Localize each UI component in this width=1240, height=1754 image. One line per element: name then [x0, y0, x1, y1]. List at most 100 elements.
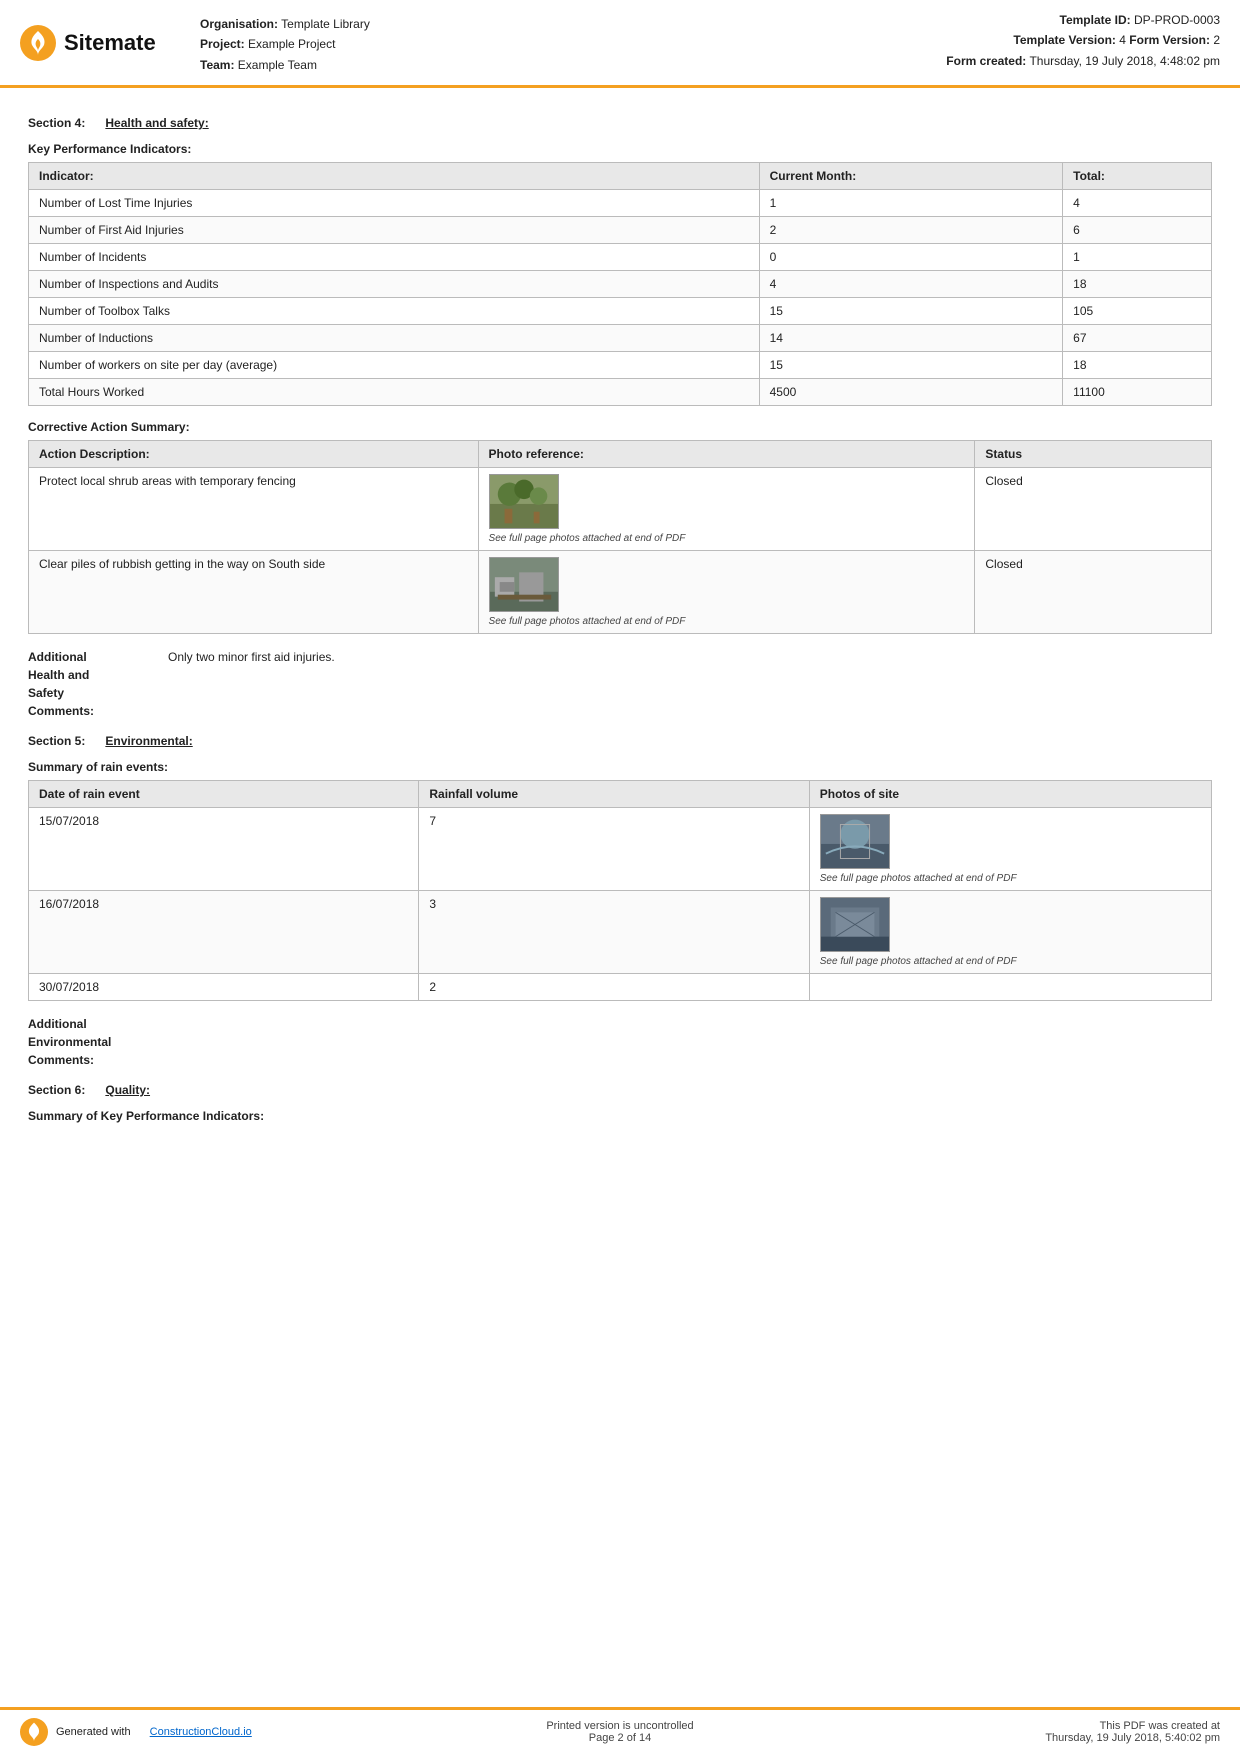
corrective-row-0-desc: Protect local shrub areas with temporary…	[29, 468, 479, 551]
kpi-row-6-col-1: 15	[759, 352, 1063, 379]
form-version-label: Form Version:	[1129, 33, 1210, 47]
rain-col-date: Date of rain event	[29, 781, 419, 808]
team-value: Example Team	[238, 58, 317, 72]
rain-row-1-volume: 3	[419, 891, 809, 974]
template-version-value: 4	[1119, 33, 1126, 47]
footer-created-value: Thursday, 19 July 2018, 5:40:02 pm	[920, 1732, 1220, 1744]
form-created-label: Form created:	[946, 54, 1026, 68]
rain-subheading: Summary of rain events:	[28, 760, 1212, 774]
kpi-row-4-col-2: 105	[1063, 298, 1212, 325]
footer-logo-icon	[20, 1718, 48, 1746]
sitemate-logo-icon	[20, 25, 56, 61]
template-id-label: Template ID:	[1060, 13, 1131, 27]
section4-heading: Section 4: Health and safety:	[28, 116, 1212, 130]
footer-controlled: Printed version is uncontrolled	[320, 1720, 920, 1732]
footer-page: Page 2 of 14	[320, 1732, 920, 1744]
kpi-row-1-col-1: 2	[759, 217, 1063, 244]
header-meta-left: Organisation: Template Library Project: …	[200, 14, 370, 75]
project-label: Project:	[200, 37, 245, 51]
project-value: Example Project	[248, 37, 335, 51]
page-header: Sitemate Organisation: Template Library …	[0, 0, 1240, 88]
corrective-row-0-photo: See full page photos attached at end of …	[478, 468, 975, 551]
env-comments-label: AdditionalEnvironmentalComments:	[28, 1015, 148, 1069]
corrective-col-desc: Action Description:	[29, 441, 479, 468]
kpi-subheading: Key Performance Indicators:	[28, 142, 1212, 156]
section6-label: Section 6:	[28, 1083, 85, 1097]
kpi-row-0-col-0: Number of Lost Time Injuries	[29, 190, 760, 217]
org-label: Organisation:	[200, 17, 278, 31]
rain-row-0-photo-caption: See full page photos attached at end of …	[820, 873, 1201, 884]
rain-col-volume: Rainfall volume	[419, 781, 809, 808]
form-created-value: Thursday, 19 July 2018, 4:48:02 pm	[1029, 54, 1220, 68]
rain-row-0-photo: See full page photos attached at end of …	[809, 808, 1211, 891]
corrective-col-photo: Photo reference:	[478, 441, 975, 468]
kpi-row-1-col-2: 6	[1063, 217, 1212, 244]
kpi-col-total: Total:	[1063, 163, 1212, 190]
kpi-row-4-col-1: 15	[759, 298, 1063, 325]
section4-title: Health and safety:	[105, 116, 208, 130]
rain-row-2-volume: 2	[419, 974, 809, 1001]
kpi-row-5-col-2: 67	[1063, 325, 1212, 352]
corrective-col-status: Status	[975, 441, 1212, 468]
rain-row-1-photo-caption: See full page photos attached at end of …	[820, 956, 1201, 967]
kpi-row-1-col-0: Number of First Aid Injuries	[29, 217, 760, 244]
kpi-row-0-col-2: 4	[1063, 190, 1212, 217]
kpi-row-6-col-0: Number of workers on site per day (avera…	[29, 352, 760, 379]
corrective-row-1-photo-caption: See full page photos attached at end of …	[489, 616, 965, 627]
footer-created-label: This PDF was created at	[920, 1720, 1220, 1732]
corrective-row-1-photo: See full page photos attached at end of …	[478, 551, 975, 634]
kpi-row-3-col-1: 4	[759, 271, 1063, 298]
corrective-table: Action Description: Photo reference: Sta…	[28, 440, 1212, 634]
header-meta: Organisation: Template Library Project: …	[200, 10, 926, 75]
footer-right: This PDF was created at Thursday, 19 Jul…	[920, 1720, 1220, 1744]
main-content: Section 4: Health and safety: Key Perfor…	[0, 88, 1240, 1123]
header-meta-right: Template ID: DP-PROD-0003 Template Versi…	[946, 10, 1220, 75]
kpi-row-3-col-2: 18	[1063, 271, 1212, 298]
corrective-row-1-desc: Clear piles of rubbish getting in the wa…	[29, 551, 479, 634]
quality-subheading: Summary of Key Performance Indicators:	[28, 1109, 1212, 1123]
team-label: Team:	[200, 58, 234, 72]
health-comments-value: Only two minor first aid injuries.	[168, 648, 335, 720]
form-version-value: 2	[1213, 33, 1220, 47]
footer-left: Generated with ConstructionCloud.io	[20, 1718, 320, 1746]
kpi-row-3-col-0: Number of Inspections and Audits	[29, 271, 760, 298]
kpi-col-indicator: Indicator:	[29, 163, 760, 190]
kpi-table: Indicator: Current Month: Total: Number …	[28, 162, 1212, 406]
health-comments-label: AdditionalHealth andSafetyComments:	[28, 648, 148, 720]
footer-generated-link[interactable]: ConstructionCloud.io	[150, 1726, 252, 1738]
kpi-row-4-col-0: Number of Toolbox Talks	[29, 298, 760, 325]
kpi-row-6-col-2: 18	[1063, 352, 1212, 379]
footer-center: Printed version is uncontrolled Page 2 o…	[320, 1720, 920, 1744]
env-comments-block: AdditionalEnvironmentalComments:	[28, 1015, 1212, 1069]
kpi-row-0-col-1: 1	[759, 190, 1063, 217]
template-id-value: DP-PROD-0003	[1134, 13, 1220, 27]
rain-table: Date of rain event Rainfall volume Photo…	[28, 780, 1212, 1001]
kpi-row-7-col-2: 11100	[1063, 379, 1212, 406]
section6-title: Quality:	[105, 1083, 150, 1097]
page-footer: Generated with ConstructionCloud.io Prin…	[0, 1707, 1240, 1754]
logo-text: Sitemate	[64, 30, 156, 56]
corrective-row-1-status: Closed	[975, 551, 1212, 634]
kpi-row-5-col-1: 14	[759, 325, 1063, 352]
kpi-row-5-col-0: Number of Inductions	[29, 325, 760, 352]
kpi-row-2-col-2: 1	[1063, 244, 1212, 271]
health-comments-block: AdditionalHealth andSafetyComments: Only…	[28, 648, 1212, 720]
corrective-row-0-photo-caption: See full page photos attached at end of …	[489, 533, 965, 544]
section4-label: Section 4:	[28, 116, 85, 130]
kpi-row-2-col-0: Number of Incidents	[29, 244, 760, 271]
rain-col-photos: Photos of site	[809, 781, 1211, 808]
kpi-col-current: Current Month:	[759, 163, 1063, 190]
section6-heading: Section 6: Quality:	[28, 1083, 1212, 1097]
footer-generated-label: Generated with	[56, 1726, 131, 1738]
rain-row-1-photo: See full page photos attached at end of …	[809, 891, 1211, 974]
corrective-subheading: Corrective Action Summary:	[28, 420, 1212, 434]
rain-row-2-photo	[809, 974, 1211, 1001]
kpi-row-7-col-0: Total Hours Worked	[29, 379, 760, 406]
template-version-label: Template Version:	[1013, 33, 1115, 47]
rain-row-2-date: 30/07/2018	[29, 974, 419, 1001]
rain-row-1-date: 16/07/2018	[29, 891, 419, 974]
rain-row-0-date: 15/07/2018	[29, 808, 419, 891]
kpi-row-7-col-1: 4500	[759, 379, 1063, 406]
rain-row-0-volume: 7	[419, 808, 809, 891]
kpi-row-2-col-1: 0	[759, 244, 1063, 271]
